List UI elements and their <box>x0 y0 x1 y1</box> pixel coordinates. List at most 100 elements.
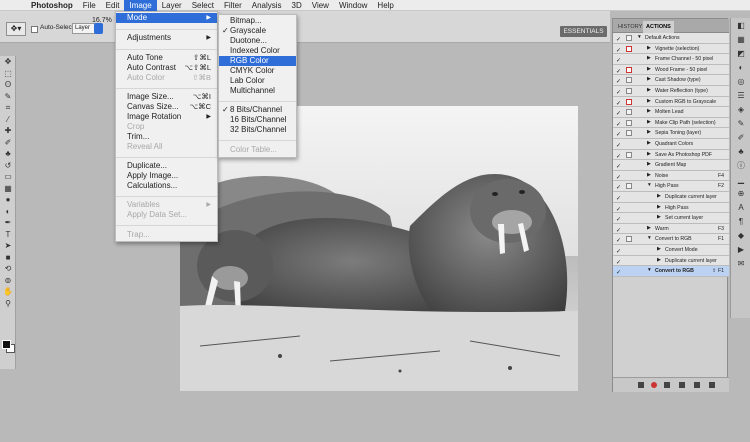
menu-3d[interactable]: 3D <box>287 0 307 11</box>
gradient-tool-icon[interactable]: ▦ <box>0 183 16 195</box>
menu-item-grayscale[interactable]: ✓ Grayscale <box>219 26 296 36</box>
action-row[interactable]: ✓ ▶ Gradient Map <box>613 160 729 171</box>
clone-source-panel-icon[interactable]: ♣ <box>731 144 750 158</box>
expand-triangle-icon[interactable]: ▼ <box>647 266 652 276</box>
3d-camera-tool-icon[interactable]: ⊚ <box>0 275 16 287</box>
menu-item-8-bits[interactable]: ✓ 8 Bits/Channel <box>219 105 296 115</box>
menu-item-lab-color[interactable]: Lab Color <box>219 76 296 86</box>
channels-panel-icon[interactable]: ◈ <box>731 102 750 116</box>
trash-icon[interactable] <box>709 382 715 388</box>
menu-analysis[interactable]: Analysis <box>247 0 287 11</box>
action-row[interactable]: ✓ ▶ Duplicate current layer <box>613 192 729 203</box>
menu-item-canvas-size[interactable]: Canvas Size... ⌥⌘C <box>116 102 217 112</box>
new-action-icon[interactable] <box>694 382 700 388</box>
menu-item-duotone[interactable]: Duotone... <box>219 36 296 46</box>
auto-select-checkbox[interactable] <box>31 26 38 33</box>
menu-item-cmyk-color[interactable]: CMYK Color <box>219 66 296 76</box>
color-panel-icon[interactable]: ◧ <box>731 18 750 32</box>
styles-panel-icon[interactable]: ◩ <box>731 46 750 60</box>
path-select-tool-icon[interactable]: ➤ <box>0 240 16 252</box>
3d-panel-icon[interactable]: ◆ <box>731 228 750 242</box>
action-row[interactable]: ✓ ▶ Set current layer <box>613 213 729 224</box>
type-tool-icon[interactable]: T <box>0 229 16 241</box>
expand-triangle-icon[interactable]: ▶ <box>647 160 651 170</box>
menu-item-color-table[interactable]: Color Table... <box>219 145 296 155</box>
move-tool-preset-icon[interactable]: ✥▾ <box>6 22 26 36</box>
expand-triangle-icon[interactable]: ▶ <box>647 65 651 75</box>
brushes-panel-icon[interactable]: ✐ <box>731 130 750 144</box>
layers-panel-icon[interactable]: ☰ <box>731 88 750 102</box>
menu-item-trap[interactable]: Trap... <box>116 230 217 240</box>
toggle-check-icon[interactable]: ✓ <box>616 268 621 278</box>
dialog-toggle-icon[interactable] <box>626 35 632 41</box>
menu-view[interactable]: View <box>307 0 334 11</box>
action-row[interactable]: ✓ ▶ Duplicate current layer <box>613 255 729 267</box>
menu-item-reveal-all[interactable]: Reveal All <box>116 142 217 152</box>
dialog-toggle-icon[interactable] <box>626 77 632 84</box>
healing-brush-tool-icon[interactable]: ✚ <box>0 125 16 137</box>
dialog-toggle-icon[interactable] <box>626 88 632 94</box>
notes-panel-icon[interactable]: ✉ <box>731 256 750 270</box>
dialog-toggle-icon[interactable] <box>626 183 632 190</box>
dialog-toggle-icon[interactable] <box>626 130 632 137</box>
quick-select-tool-icon[interactable]: ✎ <box>0 91 16 103</box>
dialog-toggle-icon[interactable] <box>626 236 632 243</box>
brush-tool-icon[interactable]: ✐ <box>0 137 16 149</box>
history-brush-tool-icon[interactable]: ↺ <box>0 160 16 172</box>
menu-item-32-bits[interactable]: 32 Bits/Channel <box>219 125 296 135</box>
menu-filter[interactable]: Filter <box>219 0 247 11</box>
info-panel-icon[interactable]: ⓘ <box>731 158 750 172</box>
menu-window[interactable]: Window <box>334 0 372 11</box>
action-set-row[interactable]: ✓ ▼ Default Actions <box>613 33 729 44</box>
play-icon[interactable] <box>664 382 670 388</box>
menu-item-bitmap[interactable]: Bitmap... <box>219 16 296 26</box>
action-row[interactable]: ✓ ▶ Wood Frame - 50 pixel <box>613 64 729 76</box>
action-row[interactable]: ✓ ▶ High Pass <box>613 202 729 214</box>
blur-tool-icon[interactable]: ● <box>0 194 16 206</box>
action-row[interactable]: ✓ ▶ Water Reflection (type) <box>613 86 729 97</box>
zoom-tool-icon[interactable]: ⚲ <box>0 298 16 310</box>
shape-tool-icon[interactable]: ■ <box>0 252 16 264</box>
expand-triangle-icon[interactable]: ▶ <box>647 171 651 181</box>
adjustments-panel-icon[interactable]: ◐ <box>731 60 750 74</box>
dialog-toggle-icon[interactable] <box>626 119 632 126</box>
menu-item-auto-tone[interactable]: Auto Tone ⇧⌘L <box>116 53 217 63</box>
expand-triangle-icon[interactable]: ▶ <box>647 107 651 117</box>
action-row[interactable]: ✓ ▶ Vignette (selection) <box>613 43 729 55</box>
expand-triangle-icon[interactable]: ▶ <box>647 86 651 96</box>
menu-layer[interactable]: Layer <box>157 0 187 11</box>
menu-item-16-bits[interactable]: 16 Bits/Channel <box>219 115 296 125</box>
menu-image[interactable]: Image <box>124 0 157 11</box>
menu-item-rgb-color[interactable]: RGB Color <box>219 56 296 66</box>
expand-triangle-icon[interactable]: ▶ <box>657 256 661 266</box>
menu-item-trim[interactable]: Trim... <box>116 132 217 142</box>
eraser-tool-icon[interactable]: ▭ <box>0 171 16 183</box>
dialog-toggle-icon[interactable] <box>626 98 632 105</box>
hand-tool-icon[interactable]: ✋ <box>0 286 16 298</box>
lasso-tool-icon[interactable]: ʘ <box>0 79 16 91</box>
expand-triangle-icon[interactable]: ▶ <box>657 213 661 223</box>
paths-panel-icon[interactable]: ✎ <box>731 116 750 130</box>
dropdown-arrow-icon[interactable] <box>94 23 103 34</box>
expand-triangle-icon[interactable]: ▶ <box>657 203 661 213</box>
menu-item-image-rotation[interactable]: Image Rotation ▶ <box>116 112 217 122</box>
action-row[interactable]: ✓ ▶ Sepia Toning (layer) <box>613 128 729 139</box>
action-row[interactable]: ✓ ▶ Noise F4 <box>613 170 729 182</box>
menu-item-apply-data-set[interactable]: Apply Data Set... <box>116 210 217 220</box>
dialog-toggle-icon[interactable] <box>626 66 632 73</box>
expand-triangle-icon[interactable]: ▼ <box>647 181 652 191</box>
expand-triangle-icon[interactable]: ▶ <box>647 128 651 138</box>
menu-item-mode[interactable]: Mode ▶ <box>116 13 217 23</box>
menu-item-crop[interactable]: Crop <box>116 122 217 132</box>
action-row[interactable]: ✓ ▼ Convert to RGB F1 <box>613 234 729 245</box>
clone-stamp-tool-icon[interactable]: ♣ <box>0 148 16 160</box>
histogram-panel-icon[interactable]: ▁ <box>731 172 750 186</box>
action-row[interactable]: ✓ ▶ Cast Shadow (type) <box>613 75 729 86</box>
action-row[interactable]: ✓ ▶ Molten Lead <box>613 107 729 118</box>
menu-item-apply-image[interactable]: Apply Image... <box>116 171 217 181</box>
menu-item-indexed-color[interactable]: Indexed Color <box>219 46 296 56</box>
crop-tool-icon[interactable]: ⌗ <box>0 102 16 114</box>
action-row[interactable]: ✓ ▶ Frame Channel - 50 pixel <box>613 54 729 65</box>
dodge-tool-icon[interactable]: ◐ <box>0 206 16 218</box>
expand-triangle-icon[interactable]: ▶ <box>647 97 651 107</box>
